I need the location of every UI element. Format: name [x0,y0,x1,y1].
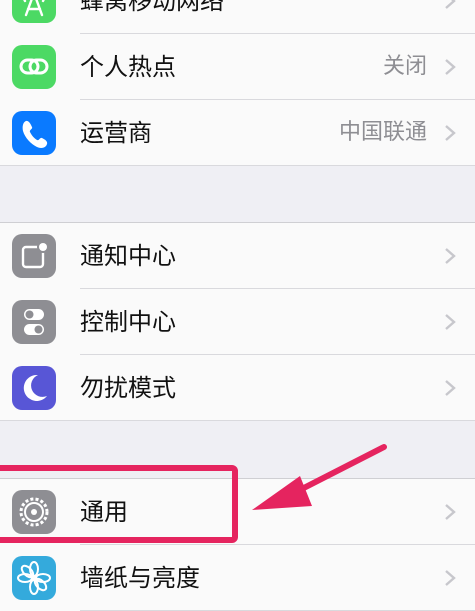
settings-row-carrier[interactable]: 运营商 中国联通 [0,100,475,166]
settings-row-do-not-disturb[interactable]: 勿扰模式 [0,355,475,421]
settings-row-cellular[interactable]: 蜂窝移动网络 [0,0,475,34]
chevron-right-icon [443,379,457,397]
settings-row-notification-center[interactable]: 通知中心 [0,223,475,289]
settings-row-label: 运营商 [80,119,152,147]
chevron-right-icon [443,0,457,10]
chevron-right-icon [443,58,457,76]
notification-center-icon [12,234,56,278]
settings-row-control-center[interactable]: 控制中心 [0,289,475,355]
settings-row-label: 蜂窝移动网络 [80,0,224,15]
moon-icon [12,366,56,410]
phone-handset-icon [12,111,56,155]
settings-row-label: 个人热点 [80,53,176,81]
settings-row-value: 中国联通 [338,120,427,145]
highlight-box [0,465,238,543]
chevron-right-icon [443,247,457,265]
settings-row-label: 勿扰模式 [80,374,176,402]
settings-row-value: 关闭 [382,54,427,79]
control-center-toggle-icon [12,300,56,344]
chevron-right-icon [443,124,457,142]
settings-row-label: 墙纸与亮度 [80,564,200,592]
settings-row-label: 通知中心 [80,242,176,270]
flower-icon [12,556,56,600]
settings-row-wallpaper-brightness[interactable]: 墙纸与亮度 [0,545,475,611]
chevron-right-icon [443,313,457,331]
chevron-right-icon [443,503,457,521]
cellular-antenna-icon [12,0,56,23]
settings-row-hotspot[interactable]: 个人热点 关闭 [0,34,475,100]
settings-row-label: 控制中心 [80,308,176,336]
hotspot-link-icon [12,45,56,89]
chevron-right-icon [443,569,457,587]
